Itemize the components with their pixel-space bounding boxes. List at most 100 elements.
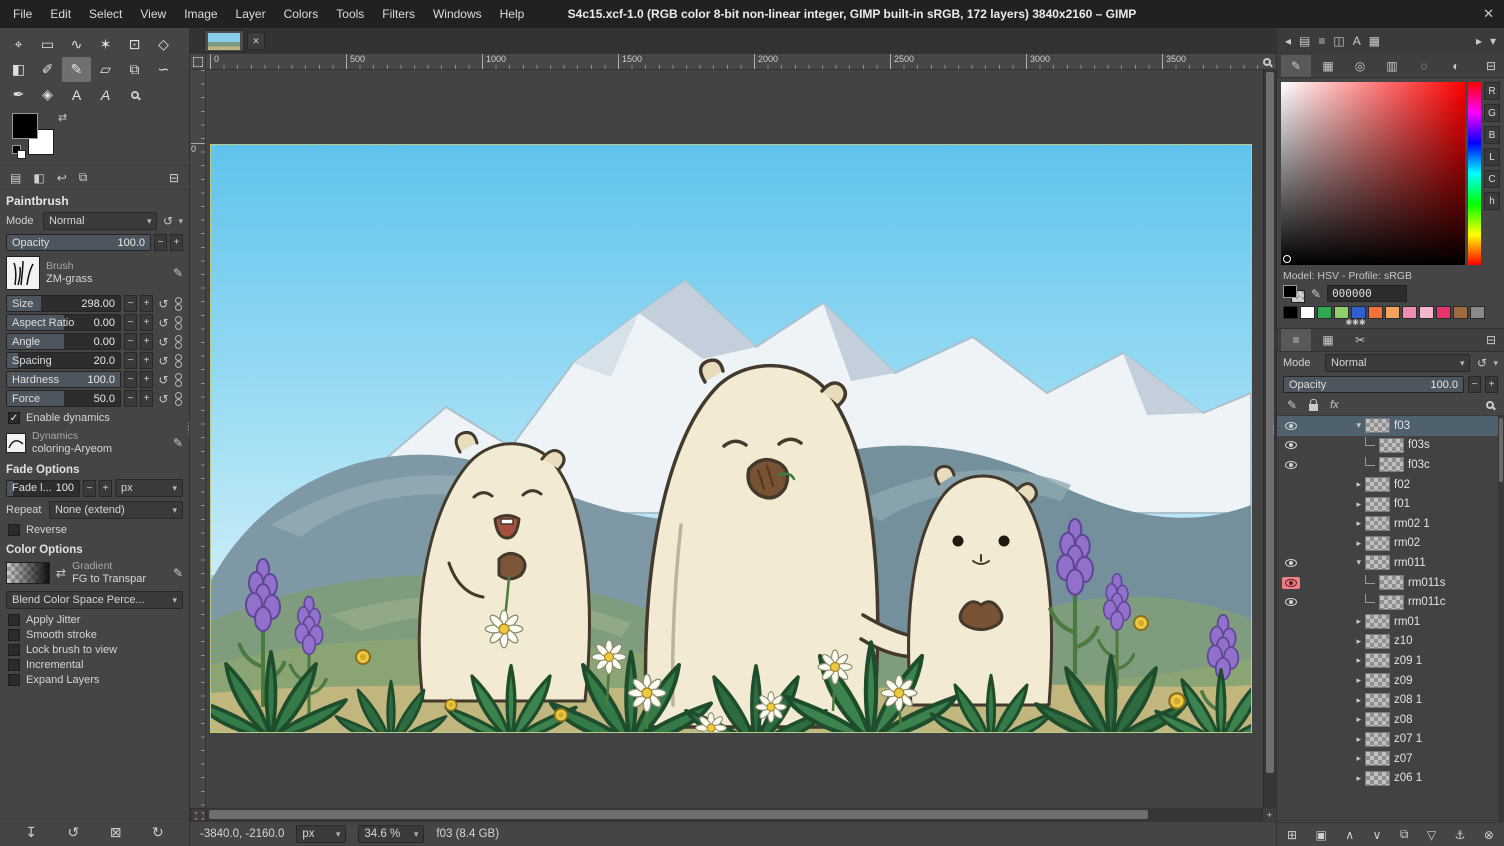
delete-tool-preset-button[interactable]: ⊠ bbox=[110, 824, 122, 841]
visibility-toggle[interactable] bbox=[1282, 596, 1300, 608]
panel-resize-grip[interactable]: ⋮⋮ bbox=[184, 424, 190, 432]
decrease-button[interactable]: − bbox=[124, 333, 137, 350]
mini-fg-bg-swatch[interactable] bbox=[1283, 285, 1305, 302]
visibility-toggle[interactable] bbox=[1282, 459, 1300, 471]
layer-row[interactable]: ▸f01 bbox=[1277, 494, 1504, 514]
tool-options-tab[interactable]: ✎ bbox=[1281, 55, 1311, 77]
edit-brush-icon[interactable]: ✎ bbox=[173, 266, 183, 280]
expander-closed-icon[interactable]: ▸ bbox=[1356, 675, 1363, 686]
expander-closed-icon[interactable]: ▸ bbox=[1356, 518, 1363, 529]
hex-color-input[interactable] bbox=[1327, 285, 1407, 302]
palette-swatch[interactable] bbox=[1385, 306, 1400, 319]
angle-slider[interactable]: Angle0.00 bbox=[6, 333, 121, 350]
alignment-tool-icon[interactable]: ⌖ bbox=[4, 32, 33, 57]
layer-row[interactable]: ▸f02 bbox=[1277, 475, 1504, 495]
expander-closed-icon[interactable]: ▸ bbox=[1356, 538, 1363, 549]
reset-icon[interactable]: ↺ bbox=[156, 297, 171, 311]
configure-tab-icon[interactable]: ⊟ bbox=[1482, 55, 1500, 77]
vertical-scrollbar[interactable] bbox=[1263, 70, 1276, 808]
layer-opacity-increase-button[interactable]: + bbox=[1485, 376, 1498, 393]
lock-pixels-icon[interactable]: ✎ bbox=[1287, 398, 1297, 412]
checkbox-icon[interactable]: ✓ bbox=[8, 412, 20, 424]
paths-tab[interactable]: ✂ bbox=[1345, 329, 1375, 351]
layer-list-scrollbar[interactable] bbox=[1498, 416, 1504, 822]
horizontal-ruler[interactable]: 0500100015002000250030003500 bbox=[206, 54, 1258, 70]
search-layers-icon[interactable] bbox=[1486, 401, 1494, 409]
reset-mode-icon[interactable]: ↺ bbox=[160, 214, 175, 228]
layer-row[interactable]: ▾f03 bbox=[1277, 416, 1504, 436]
layer-row[interactable]: ▸z09 bbox=[1277, 671, 1504, 691]
warp-transform-tool-icon[interactable]: ◈ bbox=[33, 82, 62, 107]
reset-icon[interactable]: ↺ bbox=[156, 335, 171, 349]
tool-options-tab-icon[interactable]: ▤ bbox=[10, 171, 21, 185]
layer-row[interactable]: rm011c bbox=[1277, 592, 1504, 612]
apply-jitter-checkbox[interactable]: Apply Jitter bbox=[8, 614, 181, 626]
color-edit-icon[interactable]: ✎ bbox=[1311, 287, 1321, 301]
link-icon[interactable] bbox=[174, 316, 183, 330]
menu-colors[interactable]: Colors bbox=[275, 0, 328, 28]
palette-swatch[interactable] bbox=[1317, 306, 1332, 319]
menu-filters[interactable]: Filters bbox=[373, 0, 424, 28]
document-history-tab-icon[interactable]: ▦ bbox=[1369, 34, 1380, 48]
fg-bg-color-area[interactable]: ⇄ bbox=[12, 113, 76, 159]
increase-button[interactable]: + bbox=[140, 314, 153, 331]
menu-layer[interactable]: Layer bbox=[227, 0, 275, 28]
reverse-checkbox[interactable]: Reverse bbox=[8, 524, 181, 536]
gradient-reverse-icon[interactable]: ⇄ bbox=[56, 566, 66, 580]
layer-visibility-cell[interactable] bbox=[1279, 439, 1303, 451]
spacing-slider[interactable]: Spacing20.0 bbox=[6, 352, 121, 369]
menu-windows[interactable]: Windows bbox=[424, 0, 491, 28]
menu-select[interactable]: Select bbox=[80, 0, 131, 28]
zoom-dropdown[interactable]: 34.6 % ▾ bbox=[358, 825, 424, 843]
smudge-tool-icon[interactable]: ∽ bbox=[149, 57, 178, 82]
tab-menu-icon[interactable]: ⊟ bbox=[169, 171, 179, 185]
opacity-slider[interactable]: Opacity 100.0 bbox=[6, 234, 151, 251]
rectangle-select-tool-icon[interactable]: ▭ bbox=[33, 32, 62, 57]
new-layer-group-button[interactable]: ▣ bbox=[1316, 828, 1327, 842]
decrease-button[interactable]: − bbox=[124, 352, 137, 369]
channel-button-l[interactable]: L bbox=[1484, 148, 1500, 166]
free-select-tool-icon[interactable]: ∿ bbox=[62, 32, 91, 57]
layer-row[interactable]: ▸rm01 bbox=[1277, 612, 1504, 632]
fonts-tab-icon[interactable]: A bbox=[1353, 34, 1361, 48]
checkbox-icon[interactable] bbox=[8, 629, 20, 641]
menu-image[interactable]: Image bbox=[175, 0, 226, 28]
crop-tool-icon[interactable]: ⊡ bbox=[120, 32, 149, 57]
expand-layers-checkbox[interactable]: Expand Layers bbox=[8, 674, 181, 686]
layer-effects-label[interactable]: fx bbox=[1330, 399, 1339, 411]
layer-visibility-cell[interactable] bbox=[1279, 459, 1303, 471]
checkbox-icon[interactable] bbox=[8, 524, 20, 536]
menu-help[interactable]: Help bbox=[491, 0, 534, 28]
link-icon[interactable] bbox=[174, 354, 183, 368]
navigation-tab[interactable]: ◎ bbox=[1345, 55, 1375, 77]
quick-mask-toggle[interactable] bbox=[190, 808, 207, 821]
fade-increase-button[interactable]: + bbox=[99, 480, 112, 497]
channel-button-r[interactable]: R bbox=[1484, 82, 1500, 100]
device-status-tab[interactable]: ▦ bbox=[1313, 55, 1343, 77]
canvas-viewport[interactable] bbox=[206, 70, 1263, 808]
dynamics-selector[interactable]: Dynamics coloring-Aryeom ✎ bbox=[6, 430, 183, 456]
checkbox-icon[interactable] bbox=[8, 659, 20, 671]
expander-closed-icon[interactable]: ▸ bbox=[1356, 479, 1363, 490]
text-tool-icon[interactable]: A bbox=[62, 82, 91, 107]
increase-button[interactable]: + bbox=[140, 352, 153, 369]
navigation-button[interactable]: + bbox=[1262, 808, 1276, 821]
foreground-color-swatch[interactable] bbox=[12, 113, 38, 139]
reset-icon[interactable]: ↺ bbox=[156, 392, 171, 406]
repeat-dropdown[interactable]: None (extend) ▾ bbox=[49, 501, 183, 519]
palette-swatch[interactable] bbox=[1453, 306, 1468, 319]
increase-button[interactable]: + bbox=[140, 390, 153, 407]
palette-swatch[interactable] bbox=[1300, 306, 1315, 319]
delete-layer-button[interactable]: ⊗ bbox=[1484, 828, 1494, 842]
channel-button-b[interactable]: B bbox=[1484, 126, 1500, 144]
fade-unit-dropdown[interactable]: px ▾ bbox=[115, 479, 183, 497]
channel-button-c[interactable]: C bbox=[1484, 170, 1500, 188]
pointer-tab[interactable]: ◌ bbox=[1409, 55, 1439, 77]
hardness-slider[interactable]: Hardness100.0 bbox=[6, 371, 121, 388]
images-tab-icon[interactable]: ▤ bbox=[1299, 34, 1310, 48]
layer-row[interactable]: ▾rm011 bbox=[1277, 553, 1504, 573]
decrease-button[interactable]: − bbox=[124, 314, 137, 331]
palette-swatch[interactable] bbox=[1283, 306, 1298, 319]
restore-tool-preset-button[interactable]: ↺ bbox=[68, 824, 80, 841]
layer-list-scrollbar-thumb[interactable] bbox=[1499, 418, 1503, 482]
